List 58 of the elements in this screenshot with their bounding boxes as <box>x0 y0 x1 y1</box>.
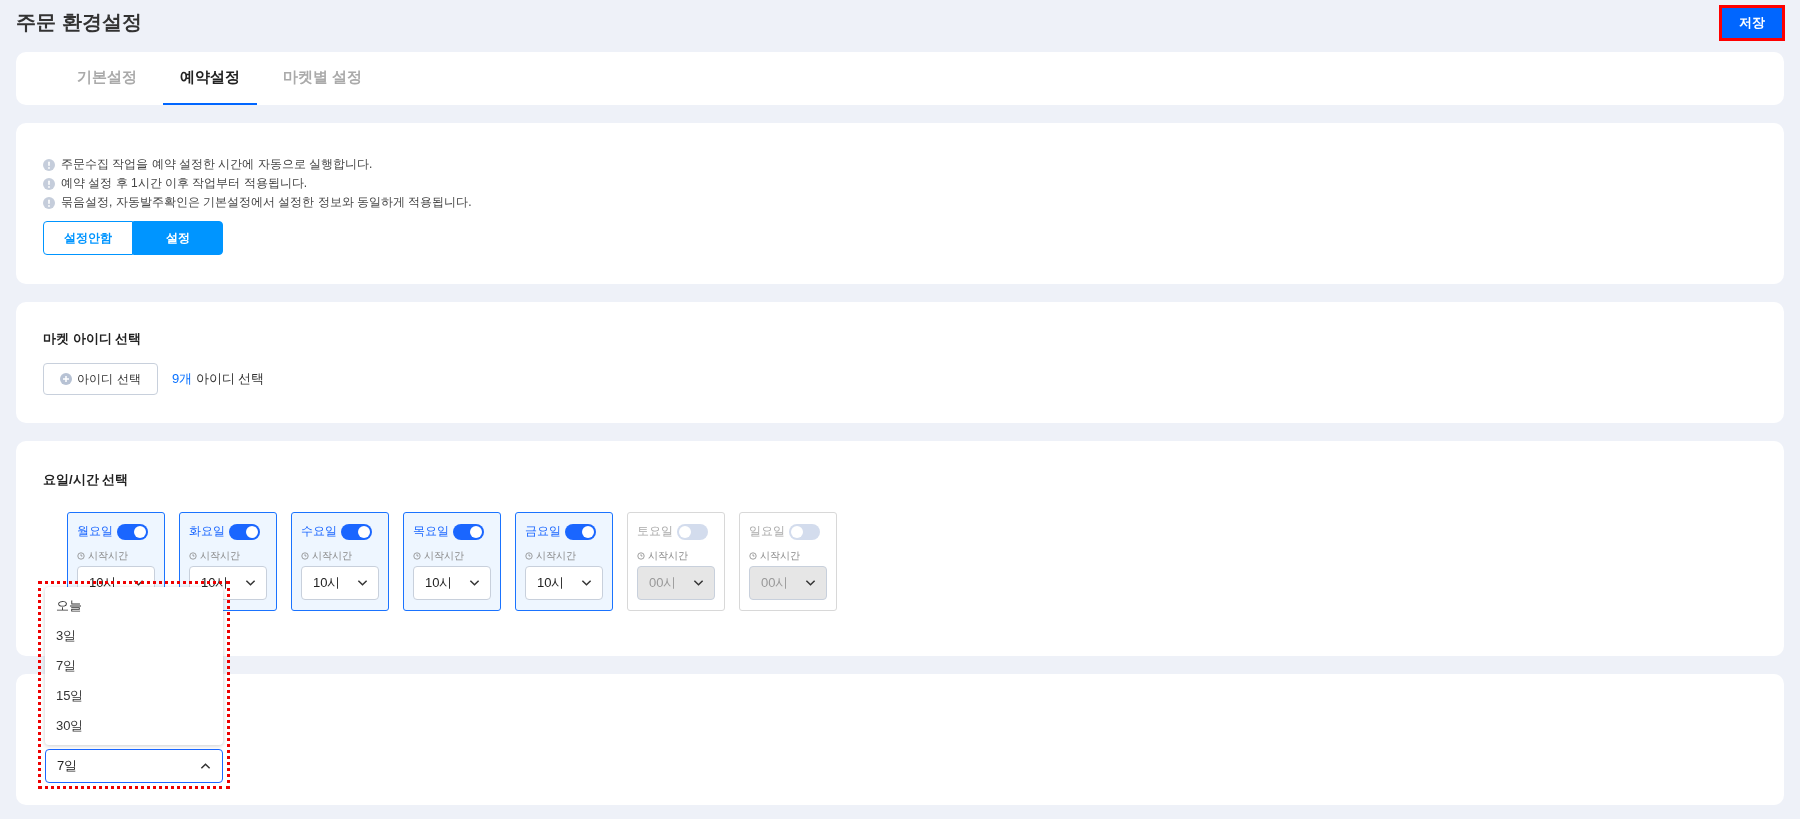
chevron-down-icon <box>133 579 144 587</box>
chevron-down-icon <box>693 579 704 587</box>
time-label: 시작시간 <box>200 549 240 563</box>
notice-text: 주문수집 작업을 예약 설정한 시간에 자동으로 실행합니다. <box>61 156 373 173</box>
clock-icon <box>749 552 757 560</box>
day-label: 월요일 <box>77 523 113 540</box>
day-label: 일요일 <box>749 523 785 540</box>
toggle-switch[interactable] <box>341 523 372 540</box>
toggle-switch[interactable] <box>565 523 596 540</box>
toggle-switch[interactable] <box>453 523 484 540</box>
page-title: 주문 환경설정 <box>16 10 142 35</box>
time-label: 시작시간 <box>536 549 576 563</box>
info-icon <box>43 177 55 190</box>
time-label: 시작시간 <box>312 549 352 563</box>
toggle-switch[interactable] <box>789 523 820 540</box>
chevron-down-icon <box>581 579 592 587</box>
notice-text: 묶음설정, 자동발주확인은 기본설정에서 설정한 정보와 동일하게 적용됩니다. <box>61 194 472 211</box>
clock-icon <box>77 552 85 560</box>
time-select[interactable]: 10시 <box>301 566 379 600</box>
dropdown-option[interactable]: 3일 <box>45 621 223 651</box>
time-label: 시작시간 <box>648 549 688 563</box>
section-title: 마켓 아이디 선택 <box>43 330 143 348</box>
selected-count: 9개 아이디 선택 <box>172 370 265 388</box>
day-label: 토요일 <box>637 523 673 540</box>
notice-text: 예약 설정 후 1시간 이후 작업부터 적용됩니다. <box>61 175 307 192</box>
chevron-down-icon <box>245 579 256 587</box>
dropdown-option[interactable]: 15일 <box>45 681 223 711</box>
clock-icon <box>637 552 645 560</box>
toggle-switch[interactable] <box>117 523 148 540</box>
save-button[interactable]: 저장 <box>1722 7 1782 38</box>
tab[interactable]: 예약설정 <box>163 52 257 105</box>
clock-icon <box>189 552 197 560</box>
period-select[interactable]: 7일 <box>45 749 223 783</box>
info-icon <box>43 196 55 209</box>
day-label: 수요일 <box>301 523 337 540</box>
day-label: 목요일 <box>413 523 449 540</box>
time-label: 시작시간 <box>424 549 464 563</box>
toggle-switch[interactable] <box>677 523 708 540</box>
chevron-down-icon <box>357 579 368 587</box>
clock-icon <box>413 552 421 560</box>
time-label: 시작시간 <box>88 549 128 563</box>
day-label: 화요일 <box>189 523 225 540</box>
plus-icon <box>60 373 73 385</box>
chevron-up-icon <box>200 762 211 770</box>
chevron-down-icon <box>805 579 816 587</box>
section-title: 요일/시간 선택 <box>43 471 130 489</box>
clock-icon <box>525 552 533 560</box>
info-icon <box>43 158 55 171</box>
time-select[interactable]: 10시 <box>413 566 491 600</box>
toggle-switch[interactable] <box>229 523 260 540</box>
dropdown-option[interactable]: 30일 <box>45 711 223 741</box>
clock-icon <box>301 552 309 560</box>
chevron-down-icon <box>469 579 480 587</box>
time-label: 시작시간 <box>760 549 800 563</box>
day-label: 금요일 <box>525 523 561 540</box>
time-select[interactable]: 10시 <box>525 566 603 600</box>
select-id-button[interactable]: 아이디 선택 <box>43 363 158 395</box>
dropdown-option[interactable]: 7일 <box>45 651 223 681</box>
